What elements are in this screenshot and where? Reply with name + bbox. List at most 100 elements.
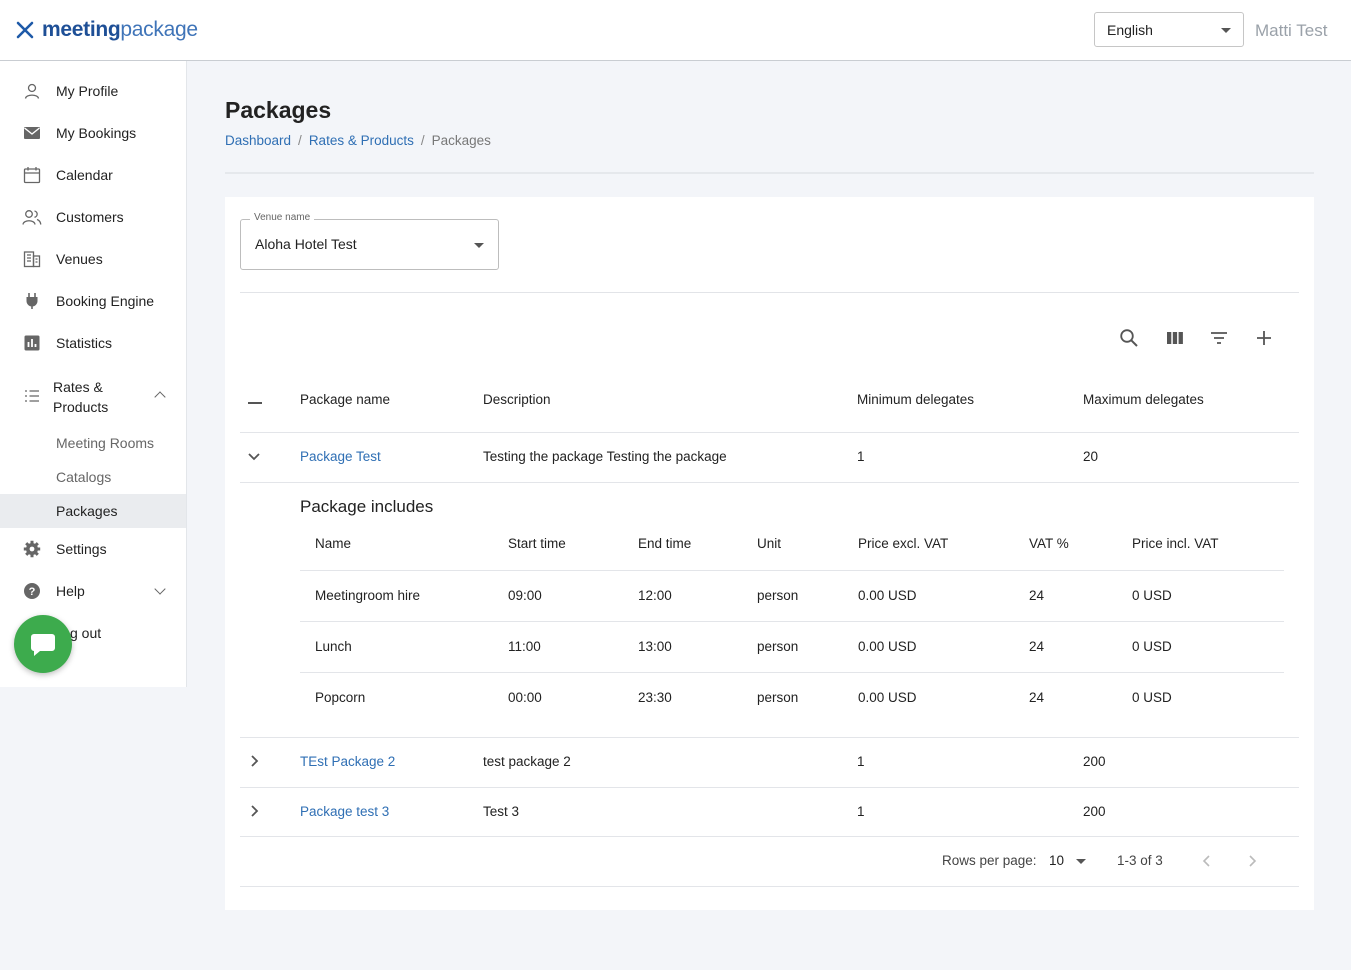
- sidebar-item-label: Rates & Products: [53, 377, 108, 417]
- logo[interactable]: meetingpackage: [16, 17, 198, 43]
- includes-header-name: Name: [315, 536, 352, 551]
- include-price-excl: 0.00 USD: [858, 639, 917, 654]
- chevron-down-icon[interactable]: [247, 450, 261, 465]
- row-divider: [300, 570, 1284, 571]
- sidebar-item-customers[interactable]: Customers: [0, 206, 186, 228]
- includes-header-price-incl: Price incl. VAT: [1132, 536, 1219, 551]
- include-price-incl: 0 USD: [1132, 690, 1172, 705]
- include-price-excl: 0.00 USD: [858, 690, 917, 705]
- user-name[interactable]: Matti Test: [1255, 21, 1327, 41]
- include-price-excl: 0.00 USD: [858, 588, 917, 603]
- chevron-down-icon[interactable]: [154, 583, 166, 595]
- sidebar-item-my-bookings[interactable]: My Bookings: [0, 122, 186, 144]
- venue-select[interactable]: Venue name Aloha Hotel Test: [240, 212, 499, 270]
- sidebar-item-label: Help: [56, 583, 85, 599]
- list-icon: [22, 386, 42, 406]
- column-header-min-delegates[interactable]: Minimum delegates: [857, 392, 974, 407]
- breadcrumb-rates-products[interactable]: Rates & Products: [309, 133, 414, 148]
- sidebar-item-label: Statistics: [56, 335, 113, 351]
- row-divider: [240, 737, 1299, 738]
- sidebar-item-rates-products[interactable]: Rates & Products: [0, 375, 186, 417]
- includes-header-end-time: End time: [638, 536, 692, 551]
- language-select[interactable]: English: [1094, 12, 1244, 47]
- column-header-max-delegates[interactable]: Maximum delegates: [1083, 392, 1204, 407]
- rows-per-page-select[interactable]: 10: [1049, 853, 1086, 868]
- sidebar-subitem-meeting-rooms[interactable]: Meeting Rooms: [0, 426, 186, 460]
- column-header-description[interactable]: Description: [483, 392, 551, 407]
- include-vat: 24: [1029, 690, 1045, 705]
- includes-header-start-time: Start time: [508, 536, 566, 551]
- package-description: Test 3: [483, 804, 520, 819]
- next-page-icon[interactable]: [1247, 854, 1257, 871]
- sidebar-item-label: Calendar: [56, 167, 113, 183]
- title-divider: [225, 172, 1314, 174]
- collapse-all-icon[interactable]: [247, 393, 263, 408]
- sidebar-item-statistics[interactable]: Statistics: [0, 332, 186, 354]
- rates-label-line1: Rates &: [53, 379, 103, 395]
- chevron-up-icon[interactable]: [154, 391, 166, 403]
- dropdown-arrow-icon: [474, 243, 484, 248]
- rows-per-page-value: 10: [1049, 853, 1065, 868]
- breadcrumb-dashboard[interactable]: Dashboard: [225, 133, 291, 148]
- includes-header-unit: Unit: [757, 536, 782, 551]
- breadcrumb: Dashboard / Rates & Products / Packages: [225, 133, 491, 148]
- row-divider: [240, 432, 1299, 433]
- package-min-delegates: 1: [857, 449, 865, 464]
- include-start: 09:00: [508, 588, 542, 603]
- chevron-right-icon[interactable]: [250, 804, 260, 821]
- include-vat: 24: [1029, 588, 1045, 603]
- bar-chart-icon: [22, 333, 42, 353]
- package-name-link[interactable]: Package test 3: [300, 804, 389, 819]
- sidebar: My Profile My Bookings Calendar Customer…: [0, 61, 187, 687]
- columns-icon[interactable]: [1164, 327, 1186, 349]
- svg-text:?: ?: [29, 586, 36, 598]
- include-start: 00:00: [508, 690, 542, 705]
- venue-value: Aloha Hotel Test: [255, 236, 357, 252]
- filter-icon[interactable]: [1208, 327, 1230, 349]
- sidebar-item-my-profile[interactable]: My Profile: [0, 80, 186, 102]
- sidebar-item-help[interactable]: ? Help: [0, 580, 186, 602]
- sidebar-item-booking-engine[interactable]: Booking Engine: [0, 290, 186, 312]
- plug-icon: [22, 291, 42, 311]
- include-unit: person: [757, 639, 799, 654]
- package-includes-title: Package includes: [300, 497, 434, 516]
- row-divider: [240, 787, 1299, 788]
- column-header-package-name[interactable]: Package name: [300, 392, 390, 407]
- package-name-link[interactable]: Package Test: [300, 449, 381, 464]
- sidebar-item-calendar[interactable]: Calendar: [0, 164, 186, 186]
- package-description: test package 2: [483, 754, 571, 769]
- sidebar-subitem-catalogs[interactable]: Catalogs: [0, 460, 186, 494]
- chat-button[interactable]: [14, 615, 72, 673]
- previous-page-icon[interactable]: [1202, 854, 1212, 871]
- include-end: 13:00: [638, 639, 672, 654]
- sidebar-item-venues[interactable]: Venues: [0, 248, 186, 270]
- row-divider: [240, 836, 1299, 837]
- include-price-incl: 0 USD: [1132, 588, 1172, 603]
- package-name-link[interactable]: TEst Package 2: [300, 754, 395, 769]
- include-name: Lunch: [315, 639, 352, 654]
- sidebar-item-label: Booking Engine: [56, 293, 155, 309]
- people-icon: [22, 207, 42, 227]
- include-vat: 24: [1029, 639, 1045, 654]
- package-description: Testing the package Testing the package: [483, 449, 727, 464]
- close-icon[interactable]: [16, 17, 34, 43]
- includes-header-vat: VAT %: [1029, 536, 1069, 551]
- row-divider: [240, 886, 1299, 887]
- chevron-right-icon[interactable]: [250, 754, 260, 771]
- include-name: Popcorn: [315, 690, 366, 705]
- gear-icon: [22, 539, 42, 559]
- pagination-range: 1-3 of 3: [1117, 853, 1163, 868]
- include-end: 12:00: [638, 588, 672, 603]
- sidebar-subitem-packages[interactable]: Packages: [0, 494, 186, 528]
- include-unit: person: [757, 588, 799, 603]
- building-icon: [22, 249, 42, 269]
- sidebar-item-settings[interactable]: Settings: [0, 538, 186, 560]
- include-price-incl: 0 USD: [1132, 639, 1172, 654]
- package-min-delegates: 1: [857, 754, 865, 769]
- add-icon[interactable]: [1253, 327, 1275, 349]
- row-divider: [240, 482, 1299, 483]
- venue-label: Venue name: [250, 212, 315, 223]
- sidebar-item-label: My Profile: [56, 83, 119, 99]
- search-icon[interactable]: [1118, 327, 1140, 349]
- sidebar-subitem-label: Packages: [56, 503, 118, 519]
